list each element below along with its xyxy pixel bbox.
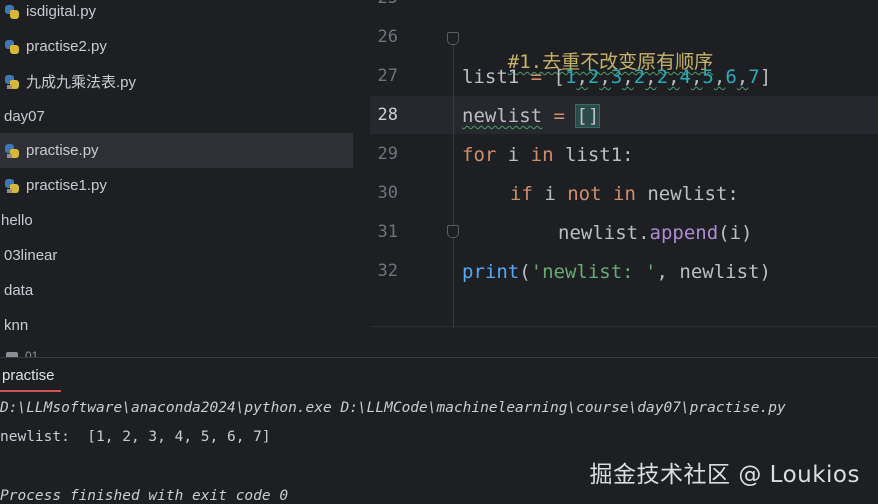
list-comma: , bbox=[599, 66, 611, 88]
builtin-print: print bbox=[462, 261, 520, 283]
string-text: 'newlist: ' bbox=[530, 261, 657, 283]
code-token: list1: bbox=[553, 144, 634, 166]
code-token: newlist: bbox=[635, 183, 739, 205]
code-token: i bbox=[532, 183, 568, 205]
code-line-27: list1 = [1,2,3,2,2,4,5,6,7] bbox=[462, 65, 771, 89]
code-token: = bbox=[542, 105, 577, 127]
tree-item-practise[interactable]: practise.py bbox=[0, 133, 353, 168]
tree-folder-03linear[interactable]: 03linear bbox=[0, 238, 357, 273]
indent-guide bbox=[453, 40, 454, 328]
tree-folder-hello[interactable]: hello bbox=[0, 203, 354, 238]
current-line-highlight bbox=[370, 96, 878, 134]
list-item-number: 2 bbox=[633, 66, 646, 88]
keyword-in: in bbox=[530, 144, 554, 166]
code-token: ( bbox=[519, 261, 531, 283]
list-literal: 1,2,3,2,2,4,5,6,7 bbox=[565, 66, 760, 88]
code-editor[interactable]: 25 26 27 28 29 30 31 32 #1.去重不改变原有顺序 lis… bbox=[370, 0, 878, 357]
code-line-28: newlist = [] bbox=[462, 104, 601, 128]
code-token: i bbox=[496, 144, 531, 166]
tree-item-label: day07 bbox=[4, 108, 45, 125]
list-item-number: 7 bbox=[748, 66, 760, 88]
code-token: newlist bbox=[462, 105, 543, 127]
list-item-number: 4 bbox=[679, 66, 691, 88]
panel-divider[interactable] bbox=[0, 357, 878, 358]
tree-folder-data[interactable]: data bbox=[0, 273, 357, 308]
console-output-line: newlist: [1, 2, 3, 4, 5, 6, 7] bbox=[0, 429, 271, 445]
code-token: list1 bbox=[462, 66, 520, 88]
tree-item-isdigital[interactable]: isdigital.py bbox=[0, 0, 353, 29]
line-number: 31 bbox=[377, 222, 398, 242]
console-command-line: D:\LLMsoftware\anaconda2024\python.exe D… bbox=[0, 400, 786, 416]
code-line-30: if i not in newlist: bbox=[510, 182, 739, 206]
line-number-active: 28 bbox=[377, 105, 398, 125]
tree-item-label: 03linear bbox=[4, 247, 58, 264]
code-token: = bbox=[519, 66, 554, 88]
list-comma: , bbox=[713, 66, 726, 88]
tree-item-label: isdigital.py bbox=[26, 3, 97, 20]
code-token: newlist. bbox=[558, 222, 650, 244]
code-line-32: print('newlist: ', newlist) bbox=[462, 260, 771, 284]
line-number: 26 bbox=[377, 27, 398, 47]
tree-item-label: practise2.py bbox=[26, 38, 107, 55]
keyword-in: in bbox=[613, 183, 636, 205]
list-comma: , bbox=[690, 66, 703, 88]
list-comma: , bbox=[622, 66, 634, 88]
line-number: 27 bbox=[377, 66, 398, 86]
python-file-icon bbox=[5, 178, 19, 193]
keyword-if: if bbox=[510, 183, 533, 205]
method-call: append bbox=[649, 222, 719, 244]
python-file-icon bbox=[5, 4, 19, 19]
line-number: 29 bbox=[377, 144, 398, 164]
list-comma: , bbox=[736, 66, 749, 88]
python-file-icon bbox=[5, 143, 19, 158]
console-exit-line: Process finished with exit code 0 bbox=[0, 488, 289, 504]
keyword-not: not bbox=[567, 183, 602, 205]
run-tab-practise[interactable]: practise bbox=[0, 362, 61, 392]
tree-item-label-partial: 01... bbox=[25, 349, 49, 357]
tree-folder-day07[interactable]: day07 bbox=[0, 99, 357, 134]
line-number: 25 bbox=[370, 0, 398, 8]
code-token: ] bbox=[759, 66, 772, 88]
list-comma: , bbox=[645, 66, 657, 88]
tree-item-label: knn bbox=[4, 317, 29, 334]
list-item-number: 1 bbox=[564, 66, 577, 88]
code-token: [ bbox=[553, 66, 565, 88]
tree-item-label: data bbox=[4, 282, 34, 299]
list-comma: , bbox=[576, 66, 588, 88]
tree-item-label: hello bbox=[1, 212, 33, 229]
tree-folder-knn[interactable]: knn bbox=[0, 308, 357, 343]
string-literal: 'newlist: ' bbox=[531, 261, 657, 283]
list-item-number: 5 bbox=[702, 66, 714, 88]
tree-item-practise2[interactable]: practise2.py bbox=[0, 29, 353, 64]
line-number: 30 bbox=[377, 183, 398, 203]
code-line-29: for i in list1: bbox=[462, 143, 634, 167]
list-item-number: 3 bbox=[610, 66, 623, 88]
line-number: 32 bbox=[377, 261, 398, 281]
watermark: 掘金技术社区 @ Loukios bbox=[589, 462, 860, 488]
tree-item-label: practise1.py bbox=[26, 177, 107, 194]
fold-marker-icon[interactable] bbox=[447, 32, 459, 45]
tree-item-label: 九成九乘法表.py bbox=[26, 74, 137, 91]
tree-item-practise1[interactable]: practise1.py bbox=[0, 168, 353, 203]
fold-marker-icon[interactable] bbox=[447, 225, 459, 238]
list-item-number: 2 bbox=[656, 66, 669, 88]
bracket-match: [] bbox=[575, 104, 601, 128]
tree-item-label: practise.py bbox=[26, 142, 99, 159]
editor-separator bbox=[370, 326, 878, 327]
list-item-number: 2 bbox=[587, 66, 600, 88]
python-file-icon bbox=[5, 74, 19, 89]
list-comma: , bbox=[668, 66, 680, 88]
code-line-31: newlist.append(i) bbox=[558, 221, 752, 245]
keyword-for: for bbox=[462, 144, 497, 166]
python-file-icon bbox=[5, 39, 19, 54]
tree-item-multiplication-table[interactable]: 九成九乘法表.py bbox=[0, 64, 353, 99]
project-tree: isdigital.py practise2.py 九成九乘法表.py day0… bbox=[0, 0, 370, 357]
list-item-number: 6 bbox=[725, 66, 737, 88]
code-token: , newlist) bbox=[656, 261, 771, 283]
code-token: (i) bbox=[718, 222, 753, 244]
